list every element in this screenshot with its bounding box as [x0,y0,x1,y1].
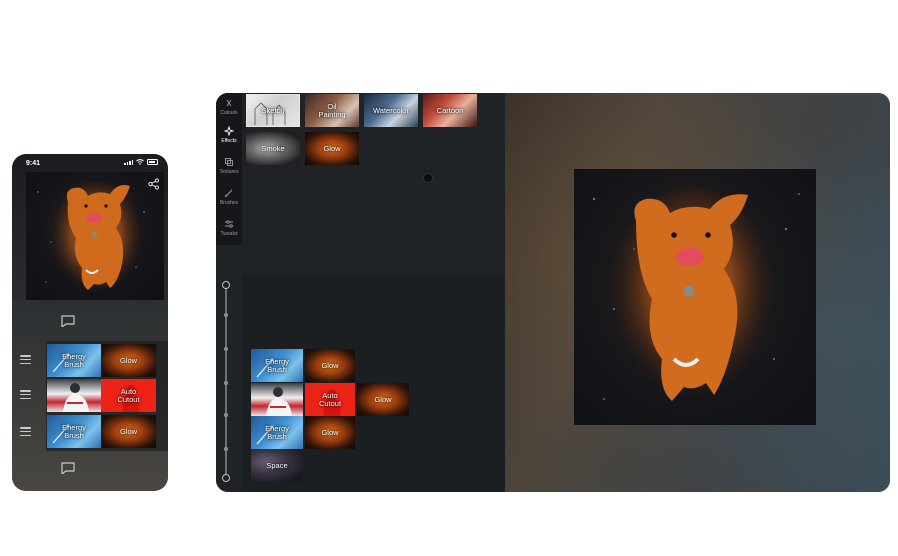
share-icon[interactable] [148,178,160,190]
layer-tile-glow[interactable]: Glow [305,416,355,449]
sidebar-item-cutouts[interactable]: Cutouts [216,98,242,116]
dog-image [593,187,800,407]
timeline-dot [224,313,228,317]
sidebar-item-label: Textures [219,169,239,175]
energy-brush-tile[interactable]: Energy Brush [47,344,101,377]
tile-label: Glow [119,355,138,365]
timeline-dot [224,347,228,351]
tile-label: Smoke [261,143,285,153]
player-thumbnail [63,383,89,412]
sidebar-item-label: Brushes [219,200,239,206]
tile-label: Energy Brush [265,356,289,374]
sidebar-item-label: Cutouts [220,110,238,116]
tile-label: Space [266,460,288,470]
tile-label: Oil Painting [318,101,346,119]
textures-icon [225,158,233,166]
tile-label: Energy Brush [62,351,86,369]
system-icons [124,159,158,165]
layer-tile-energy-brush[interactable]: Energy Brush [251,416,303,449]
tile-label: Glow [321,427,339,437]
phone-mockup: 9:41 Energy Brush Glow Auto Cutout Energ… [12,154,168,491]
player-thumbnail [266,387,292,416]
add-layer-icon[interactable] [61,462,75,474]
status-time: 9:41 [26,160,41,167]
tile-label: Auto Cutout [318,390,342,408]
timeline-dot [224,447,228,451]
tile-label: Energy Brush [62,422,86,440]
dog-image [37,182,152,298]
effect-tile-smoke[interactable]: Smoke [246,132,300,165]
sidebar-item-label: Tweaks [220,231,238,237]
photo-canvas[interactable] [574,169,816,425]
reorder-icon[interactable] [20,355,31,364]
timeline-dot [224,413,228,417]
brushes-icon [225,189,233,197]
reorder-icon[interactable] [20,427,31,436]
glow-tile[interactable]: Glow [101,415,156,448]
photo-preview[interactable] [26,172,164,300]
tile-label: Sketch [261,105,285,115]
add-layer-icon[interactable] [61,315,75,327]
effect-tile-sketch[interactable]: Sketch [246,94,300,127]
reorder-icon[interactable] [20,390,31,399]
tile-label: Glow [374,394,392,404]
timeline-start-handle[interactable] [222,281,230,289]
tablet-mockup: Cutouts Effects Textures Brushes Tweaks … [216,93,890,492]
sidebar-item-effects[interactable]: Effects [216,126,242,144]
timeline-dot [224,381,228,385]
sidebar-item-label: Effects [221,138,237,144]
auto-cutout-tile[interactable]: Auto Cutout [101,379,156,412]
layer-tile-glow[interactable]: Glow [357,383,409,416]
sidebar-item-brushes[interactable]: Brushes [216,188,242,206]
status-bar: 9:41 [12,154,168,172]
layer-tile-glow[interactable]: Glow [305,349,355,382]
layer-tile-photo[interactable] [251,383,303,416]
tile-label: Watercolor [373,105,409,115]
tweaks-icon [225,220,233,228]
layer-tile-energy-brush[interactable]: Energy Brush [251,349,303,382]
energy-brush-tile[interactable]: Energy Brush [47,415,101,448]
signal-icon [124,159,133,165]
cutouts-icon [226,99,232,107]
tile-label: Glow [323,143,341,153]
glow-tile[interactable]: Glow [101,344,156,377]
layer-tile-space[interactable]: Space [251,449,303,482]
loading-indicator [423,173,433,183]
layer-tile-auto-cutout[interactable]: Auto Cutout [305,383,355,416]
battery-icon [147,159,158,165]
effect-tile-watercolor[interactable]: Watercolor [364,94,418,127]
photo-tile[interactable] [47,379,101,412]
tile-label: Glow [321,360,339,370]
effect-tile-glow[interactable]: Glow [305,132,359,165]
sidebar-item-tweaks[interactable]: Tweaks [216,219,242,237]
tile-label: Glow [119,426,138,436]
timeline-end-handle[interactable] [222,474,230,482]
tile-label: Cartoon [436,105,464,115]
tile-label: Energy Brush [265,423,289,441]
effect-tile-oil-painting[interactable]: Oil Painting [305,94,359,127]
sidebar-item-textures[interactable]: Textures [216,157,242,175]
tile-label: Auto Cutout [117,386,140,404]
effects-icon [224,126,234,136]
tool-sidebar: Cutouts Effects Textures Brushes Tweaks [216,93,242,245]
wifi-icon [136,159,144,165]
effect-tile-cartoon[interactable]: Cartoon [423,94,477,127]
